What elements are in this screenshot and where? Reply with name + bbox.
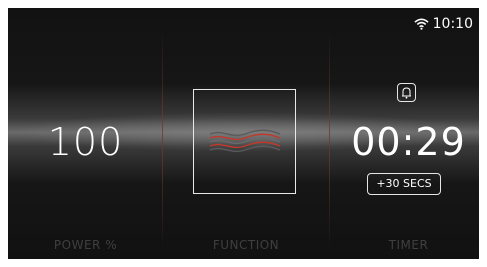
column-divider-right (329, 28, 330, 250)
alarm-button[interactable] (397, 83, 416, 102)
function-button[interactable] (193, 89, 296, 194)
timer-value[interactable]: 00:29 (338, 120, 479, 164)
wifi-icon (414, 18, 429, 30)
power-label: POWER % (53, 238, 118, 252)
status-bar: 10:10 (414, 16, 473, 32)
microwave-waves-icon (209, 129, 281, 153)
appliance-display: 10:10 100 POWER % FUNCTION 00:29 +30 SEC… (8, 8, 479, 259)
timer-label: TIMER (388, 238, 429, 252)
function-label: FUNCTION (212, 238, 280, 252)
clock-time: 10:10 (432, 16, 473, 32)
add-30-seconds-button[interactable]: +30 SECS (367, 173, 441, 195)
power-value[interactable]: 100 (8, 120, 163, 164)
bell-icon (402, 87, 411, 99)
